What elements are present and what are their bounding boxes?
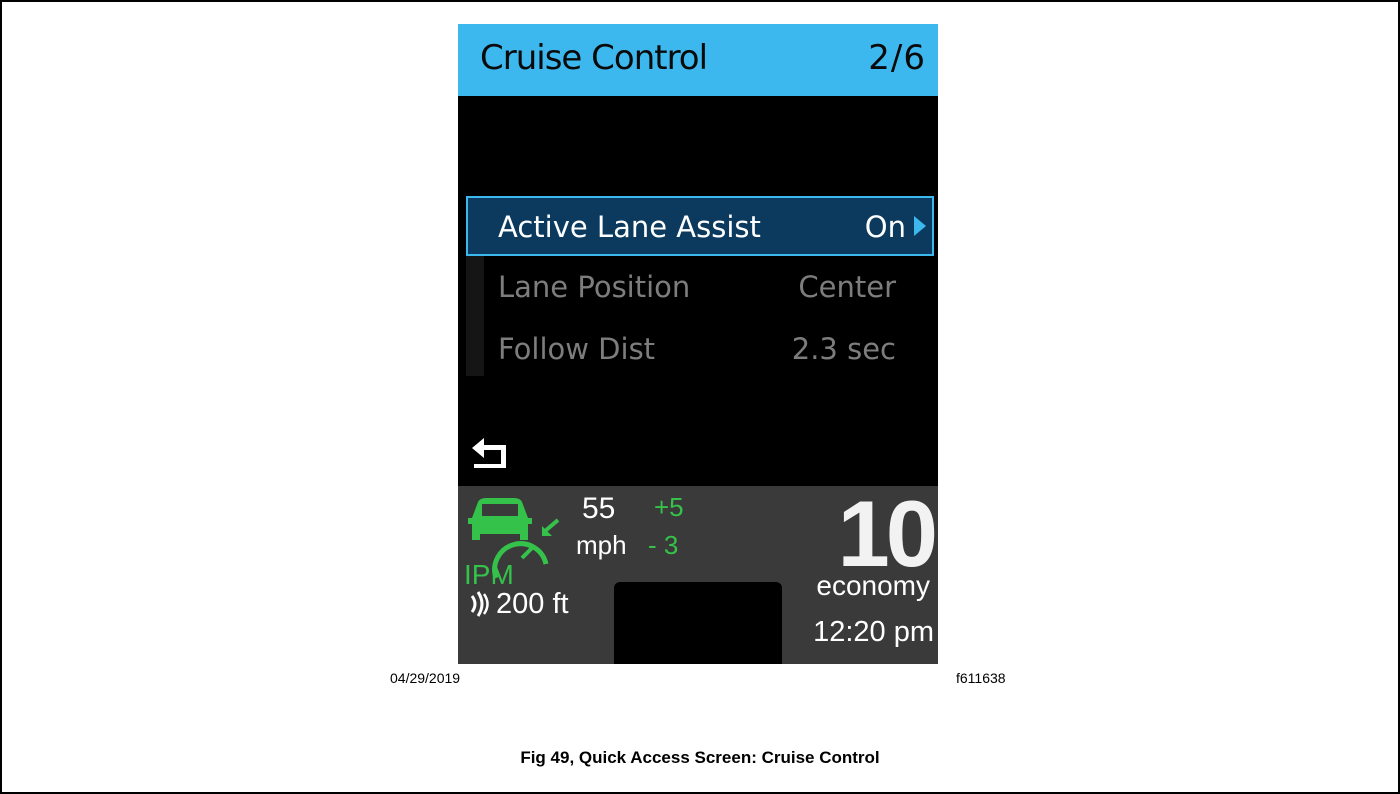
menu-item-label: Active Lane Assist [498,210,761,244]
figure-caption: Fig 49, Quick Access Screen: Cruise Cont… [520,748,880,767]
menu-item-lane-position[interactable]: Lane Position Center [466,258,934,318]
menu-item-follow-dist[interactable]: Follow Dist 2.3 sec [466,320,934,380]
screen-title: Cruise Control [480,38,708,78]
menu-item-label: Lane Position [498,270,691,304]
page-indicator: 2/6 [868,38,926,78]
clock-time: 12:20 pm [813,616,934,648]
figure-id: f611638 [956,670,1006,686]
right-arrow-icon [914,216,926,236]
speed-unit: mph [576,530,627,560]
back-arrow-icon[interactable] [470,438,510,472]
figure-date: 04/29/2019 [390,670,461,686]
economy-label: economy [816,570,930,601]
set-speed: 55 [582,492,616,525]
center-display-area [614,582,782,664]
menu-item-label: Follow Dist [498,332,656,366]
display-screen: Cruise Control 2/6 Active Lane Assist On… [458,24,938,664]
status-bar: IPM 55 mph +5 - 3 10 economy 12:20 pm 20… [458,481,938,664]
menu-item-value: On [864,210,906,244]
ipm-label: IPM [464,559,514,588]
following-distance: 200 ft [496,588,569,620]
menu-item-active-lane-assist[interactable]: Active Lane Assist On [466,196,934,256]
signal-waves-icon [470,591,489,617]
menu-item-value: 2.3 sec [791,332,896,366]
speed-minus-offset: - 3 [648,530,679,560]
screen-header: Cruise Control 2/6 [458,24,938,96]
speed-plus-offset: +5 [654,492,684,522]
menu-item-value: Center [798,270,896,304]
ipm-car-gauge-icon: IPM [464,498,560,588]
